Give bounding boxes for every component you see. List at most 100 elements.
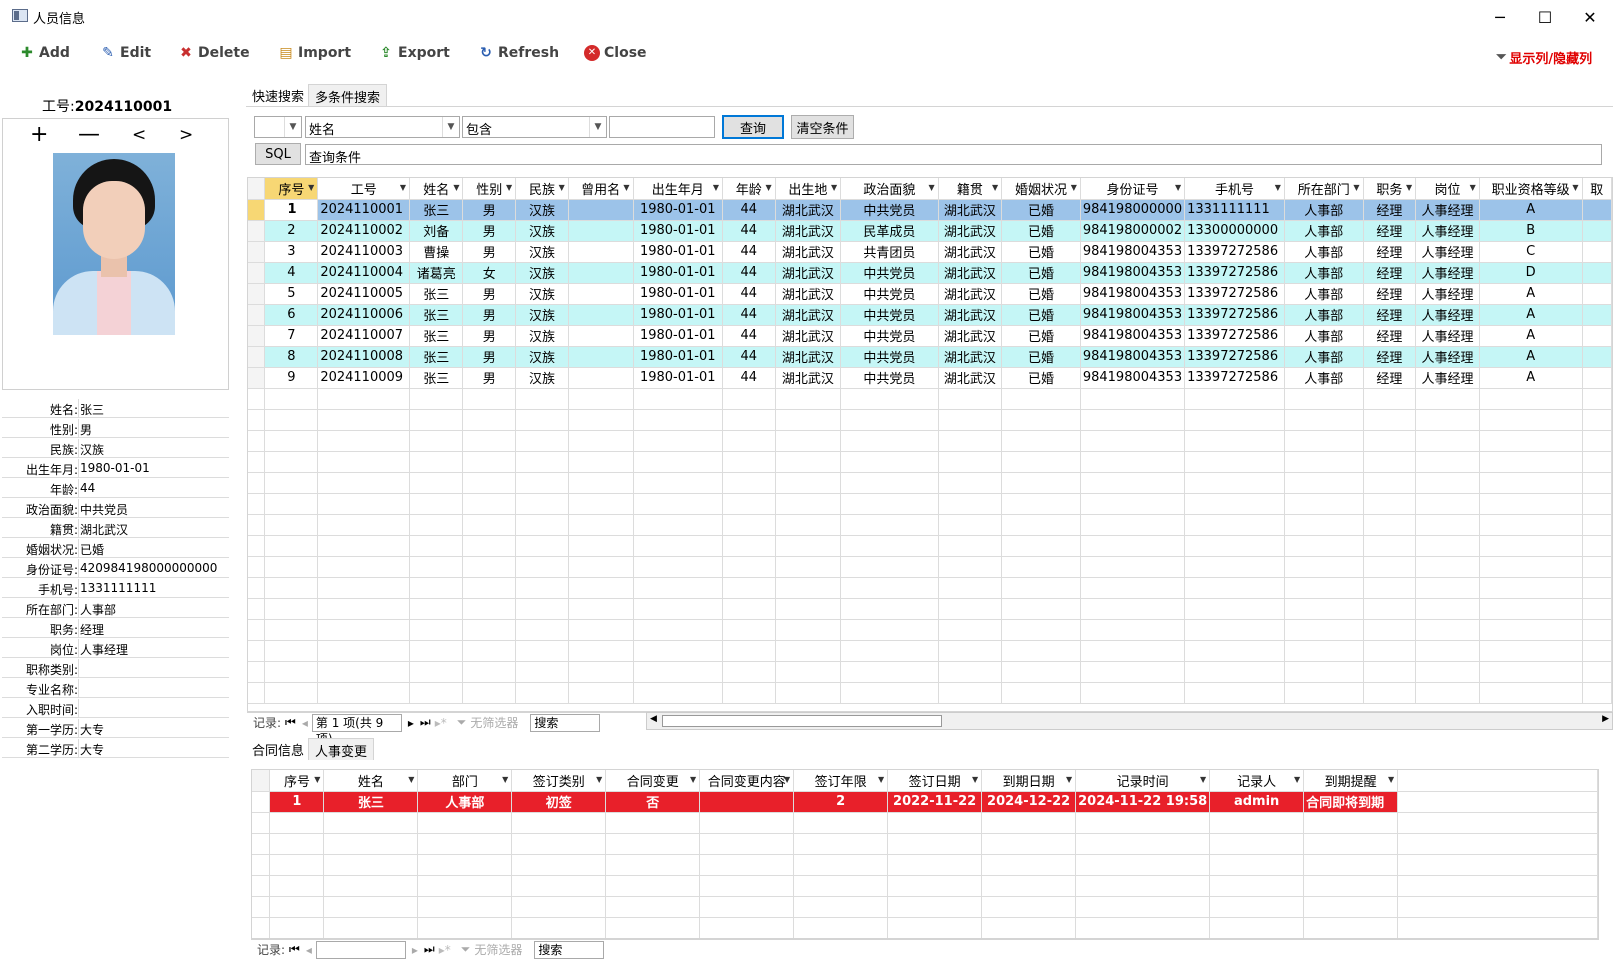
first-record-icon[interactable]: ⏮ <box>285 715 296 730</box>
next-record-icon[interactable]: ▸ <box>412 943 418 957</box>
table-cell[interactable]: 中共党员 <box>840 346 939 368</box>
table-cell[interactable]: 中共党员 <box>840 325 939 347</box>
table-cell[interactable]: 3 <box>264 241 319 263</box>
table-cell[interactable]: 1980-01-01 <box>633 304 723 326</box>
table-cell[interactable]: 诸葛亮 <box>409 262 464 284</box>
table-cell[interactable]: 中共党员 <box>840 367 939 389</box>
table-cell[interactable]: 合同即将到期 <box>1303 791 1399 813</box>
column-header[interactable]: 签订年限 ▼ <box>793 770 889 792</box>
table-cell[interactable]: 已婚 <box>1001 262 1081 284</box>
table-cell[interactable]: 1980-01-01 <box>633 262 723 284</box>
sort-dropdown-icon[interactable]: ▼ <box>878 775 884 784</box>
table-cell[interactable]: 5 <box>264 283 319 305</box>
table-cell[interactable]: D <box>1479 262 1583 284</box>
table-cell[interactable]: 人事部 <box>1284 283 1364 305</box>
table-cell[interactable]: A <box>1479 325 1583 347</box>
column-header[interactable]: 到期日期 ▼ <box>981 770 1077 792</box>
delete-button[interactable]: ✖ Delete <box>178 42 249 64</box>
table-cell[interactable]: 湖北武汉 <box>775 304 842 326</box>
column-header[interactable]: 岗位 ▼ <box>1415 178 1480 200</box>
column-header[interactable]: 序号 ▼ <box>264 178 319 200</box>
table-cell[interactable]: 湖北武汉 <box>938 346 1003 368</box>
sort-dropdown-icon[interactable]: ▼ <box>596 775 602 784</box>
sort-dropdown-icon[interactable]: ▼ <box>400 183 406 192</box>
table-cell[interactable]: 人事经理 <box>1415 262 1480 284</box>
table-cell[interactable] <box>1582 346 1612 368</box>
employee-grid[interactable]: 序号 ▼ 工号 ▼ 姓名 ▼ 性别 ▼ 民族 ▼ 曾用名 ▼ 出生年月 ▼ 年龄 ▼ 出生地 ▼ 政治面貌 ▼ 籍贯 ▼ 婚… <box>247 177 1613 712</box>
scroll-thumb[interactable] <box>662 715 942 727</box>
table-cell[interactable]: 人事经理 <box>1415 367 1480 389</box>
sort-dropdown-icon[interactable]: ▼ <box>831 183 837 192</box>
select-all-corner[interactable] <box>252 770 271 792</box>
table-cell[interactable]: 民革成员 <box>840 220 939 242</box>
table-cell[interactable]: 1980-01-01 <box>633 220 723 242</box>
sort-dropdown-icon[interactable]: ▼ <box>765 183 771 192</box>
table-cell[interactable]: 经理 <box>1363 367 1417 389</box>
table-cell[interactable]: 13397272586 <box>1184 304 1285 326</box>
sort-dropdown-icon[interactable]: ▼ <box>1572 183 1578 192</box>
search-value-input[interactable] <box>609 116 715 138</box>
column-header[interactable]: 工号 ▼ <box>317 178 411 200</box>
row-selector[interactable] <box>248 262 266 284</box>
sort-dropdown-icon[interactable]: ▼ <box>1066 775 1072 784</box>
table-cell[interactable]: 男 <box>462 346 517 368</box>
scroll-left-icon[interactable]: ◀ <box>650 714 657 724</box>
clear-conditions-button[interactable]: 清空条件 <box>791 115 854 139</box>
table-cell[interactable]: B <box>1479 220 1583 242</box>
table-cell[interactable]: 7 <box>264 325 319 347</box>
table-cell[interactable] <box>1582 262 1612 284</box>
table-cell[interactable] <box>568 283 634 305</box>
table-cell[interactable]: 1980-01-01 <box>633 346 723 368</box>
table-cell[interactable]: 中共党员 <box>840 262 939 284</box>
table-cell[interactable]: 2024-11-22 19:58 <box>1075 791 1211 813</box>
sort-dropdown-icon[interactable]: ▼ <box>972 775 978 784</box>
table-row[interactable]: 6 2024110006 张三男汉族 1980-01-01 44 湖北武汉 中共党员 湖北武汉… <box>248 304 1612 326</box>
table-cell[interactable] <box>1582 283 1612 305</box>
sort-dropdown-icon[interactable]: ▼ <box>1200 775 1206 784</box>
table-cell[interactable]: 汉族 <box>515 220 569 242</box>
column-header[interactable]: 取 <box>1582 178 1612 200</box>
table-cell[interactable]: 已婚 <box>1001 325 1081 347</box>
table-cell[interactable]: 2024110005 <box>317 283 411 305</box>
table-cell[interactable]: 湖北武汉 <box>775 346 842 368</box>
table-row[interactable]: 9 2024110009 张三男汉族 1980-01-01 44 湖北武汉 中共党员 湖北武汉… <box>248 367 1612 389</box>
sort-dropdown-icon[interactable]: ▼ <box>314 775 320 784</box>
table-cell[interactable]: 2024110008 <box>317 346 411 368</box>
column-header[interactable]: 签订类别 ▼ <box>511 770 607 792</box>
table-cell[interactable]: 湖北武汉 <box>775 325 842 347</box>
column-header[interactable]: 序号 ▼ <box>269 770 325 792</box>
table-cell[interactable]: 刘备 <box>409 220 464 242</box>
sort-dropdown-icon[interactable]: ▼ <box>506 183 512 192</box>
table-cell[interactable]: 13397272586 <box>1184 283 1285 305</box>
table-cell[interactable]: 44 <box>722 220 776 242</box>
sort-dropdown-icon[interactable]: ▼ <box>1175 183 1181 192</box>
record-position[interactable]: 第 1 项(共 9 项) <box>311 713 402 746</box>
maximize-button[interactable]: ☐ <box>1522 0 1568 34</box>
table-cell[interactable]: 张三 <box>323 791 419 813</box>
table-cell[interactable]: 44 <box>722 346 776 368</box>
table-cell[interactable] <box>568 346 634 368</box>
table-cell[interactable]: 人事部 <box>1284 304 1364 326</box>
column-header[interactable]: 出生年月 ▼ <box>633 178 723 200</box>
table-cell[interactable]: 已婚 <box>1001 304 1081 326</box>
column-header[interactable]: 签订日期 ▼ <box>887 770 983 792</box>
tab-personnel-change[interactable]: 人事变更 <box>308 738 375 760</box>
tab-contract-info[interactable]: 合同信息 <box>246 736 311 760</box>
table-cell[interactable]: 44 <box>722 304 776 326</box>
table-cell[interactable]: 人事部 <box>417 791 513 813</box>
sort-dropdown-icon[interactable]: ▼ <box>1353 183 1359 192</box>
table-cell[interactable]: 男 <box>462 241 517 263</box>
table-cell[interactable]: 44 <box>722 367 776 389</box>
logic-combo[interactable]: ▼ <box>254 116 302 138</box>
table-cell[interactable]: 13397272586 <box>1184 241 1285 263</box>
column-header[interactable]: 性别 ▼ <box>462 178 517 200</box>
row-selector[interactable] <box>248 325 266 347</box>
column-header[interactable]: 职务 ▼ <box>1363 178 1417 200</box>
row-selector[interactable] <box>248 199 266 221</box>
table-row[interactable]: 3 2024110003 曹操男汉族 1980-01-01 44 湖北武汉 共青团员 湖北武汉… <box>248 241 1612 263</box>
table-cell[interactable]: 13397272586 <box>1184 325 1285 347</box>
table-cell[interactable]: 人事部 <box>1284 346 1364 368</box>
close-window-button[interactable]: ✕ <box>1567 0 1613 34</box>
column-header[interactable]: 曾用名 ▼ <box>568 178 634 200</box>
table-cell[interactable]: 1 <box>269 791 325 813</box>
